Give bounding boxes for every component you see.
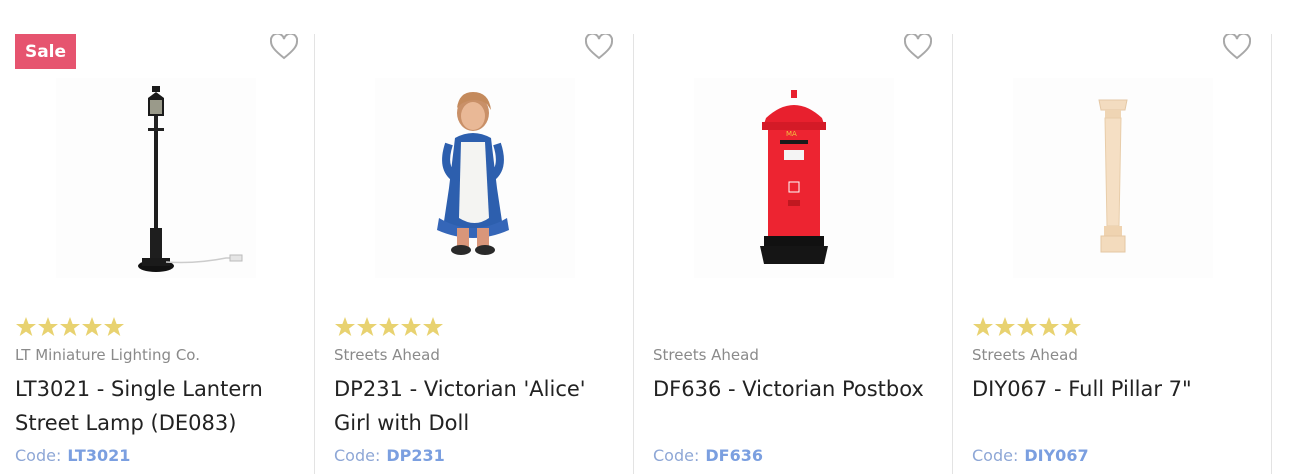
rating-stars xyxy=(972,316,1082,338)
product-image[interactable] xyxy=(1013,78,1213,278)
code-label: Code: xyxy=(15,446,62,465)
product-title[interactable]: DP231 - Victorian 'Alice' Girl with Doll xyxy=(334,372,624,440)
code-label: Code: xyxy=(334,446,381,465)
rating-stars xyxy=(334,316,444,338)
rating-stars xyxy=(15,316,125,338)
product-title[interactable]: DIY067 - Full Pillar 7" xyxy=(972,372,1262,406)
product-brand: Streets Ahead xyxy=(334,346,440,364)
product-code-row: Code: LT3021 xyxy=(15,446,130,465)
product-code: DIY067 xyxy=(1024,446,1089,465)
star-icon xyxy=(16,317,36,336)
wishlist-heart-icon[interactable] xyxy=(584,32,614,60)
code-label: Code: xyxy=(972,446,1019,465)
product-code-row: Code: DF636 xyxy=(653,446,763,465)
product-title[interactable]: DF636 - Victorian Postbox xyxy=(653,372,943,406)
pillar-icon xyxy=(1013,78,1213,278)
wishlist-heart-icon[interactable] xyxy=(903,32,933,60)
product-image[interactable]: MA xyxy=(694,78,894,278)
product-card[interactable]: MA Streets Ahead DF636 - Victorian Postb… xyxy=(634,0,953,474)
product-code: DP231 xyxy=(386,446,445,465)
wishlist-heart-icon[interactable] xyxy=(269,32,299,60)
product-code-row: Code: DIY067 xyxy=(972,446,1089,465)
star-icon xyxy=(995,317,1015,336)
postbox-icon: MA xyxy=(694,78,894,278)
product-brand: LT Miniature Lighting Co. xyxy=(15,346,200,364)
star-icon xyxy=(82,317,102,336)
code-label: Code: xyxy=(653,446,700,465)
svg-text:MA: MA xyxy=(786,130,797,138)
product-grid: Sale LT Miniature Lighting Co. LT3021 - … xyxy=(0,0,1297,474)
card-divider xyxy=(1271,34,1272,474)
sale-badge: Sale xyxy=(15,34,76,69)
product-image[interactable] xyxy=(56,78,256,278)
star-icon xyxy=(379,317,399,336)
product-card[interactable]: Streets Ahead DP231 - Victorian 'Alice' … xyxy=(315,0,634,474)
product-brand: Streets Ahead xyxy=(972,346,1078,364)
product-code-row: Code: DP231 xyxy=(334,446,445,465)
star-icon xyxy=(104,317,124,336)
star-icon xyxy=(357,317,377,336)
product-card[interactable]: Sale LT Miniature Lighting Co. LT3021 - … xyxy=(0,0,315,474)
star-icon xyxy=(1017,317,1037,336)
product-code: DF636 xyxy=(705,446,763,465)
star-icon xyxy=(1039,317,1059,336)
star-icon xyxy=(335,317,355,336)
star-icon xyxy=(973,317,993,336)
star-icon xyxy=(38,317,58,336)
victorian-girl-icon xyxy=(375,78,575,278)
product-brand: Streets Ahead xyxy=(653,346,759,364)
street-lamp-icon xyxy=(56,78,256,278)
product-title[interactable]: LT3021 - Single Lantern Street Lamp (DE0… xyxy=(15,372,305,440)
star-icon xyxy=(401,317,421,336)
product-image[interactable] xyxy=(375,78,575,278)
star-icon xyxy=(423,317,443,336)
wishlist-heart-icon[interactable] xyxy=(1222,32,1252,60)
product-code: LT3021 xyxy=(67,446,131,465)
star-icon xyxy=(60,317,80,336)
star-icon xyxy=(1061,317,1081,336)
product-card[interactable]: Streets Ahead DIY067 - Full Pillar 7" Co… xyxy=(953,0,1272,474)
